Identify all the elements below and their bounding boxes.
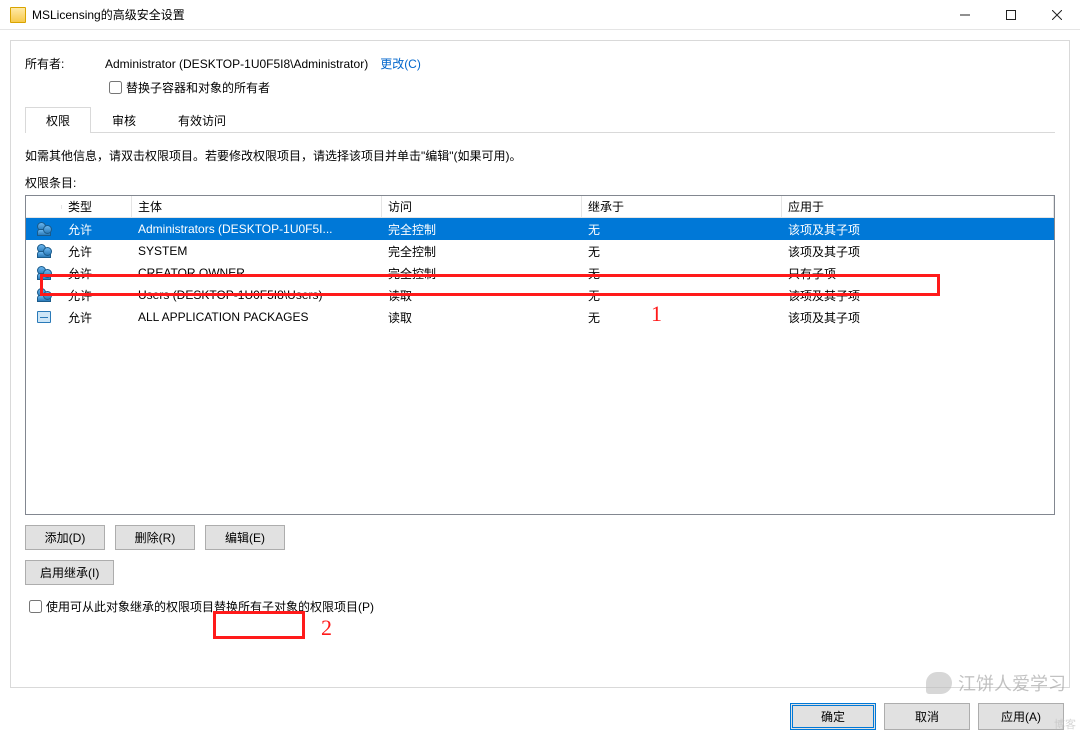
add-button[interactable]: 添加(D) [25,525,105,550]
annotation-number-2: 2 [321,615,332,641]
remove-button[interactable]: 删除(R) [115,525,195,550]
users-icon [36,266,52,280]
folder-icon [10,7,26,23]
table-row[interactable]: 允许 Administrators (DESKTOP-1U0F5I... 完全控… [26,218,1054,240]
enable-inheritance-button[interactable]: 启用继承(I) [25,560,114,585]
owner-label: 所有者: [25,55,105,72]
col-access[interactable]: 访问 [382,196,582,217]
replace-child-permissions-row: 使用可从此对象继承的权限项目替换所有子对象的权限项目(P) [25,597,1055,616]
tab-auditing[interactable]: 审核 [91,107,157,133]
col-type[interactable]: 类型 [62,196,132,217]
change-owner-link[interactable]: 更改(C) [380,55,421,72]
col-applies[interactable]: 应用于 [782,196,1054,217]
users-icon [36,244,52,258]
titlebar: MSLicensing的高级安全设置 [0,0,1080,30]
col-inherited[interactable]: 继承于 [582,196,782,217]
apply-button[interactable]: 应用(A) [978,703,1064,730]
table-row[interactable]: 允许 SYSTEM 完全控制 无 该项及其子项 [26,240,1054,262]
tab-effective-access[interactable]: 有效访问 [157,107,247,133]
table-header: 类型 主体 访问 继承于 应用于 [26,196,1054,218]
close-button[interactable] [1034,0,1080,30]
cancel-button[interactable]: 取消 [884,703,970,730]
tab-strip: 权限 审核 有效访问 [25,107,1055,133]
permissions-table[interactable]: 类型 主体 访问 继承于 应用于 允许 Administrators (DESK… [25,195,1055,515]
replace-child-permissions-label: 使用可从此对象继承的权限项目替换所有子对象的权限项目(P) [46,598,374,615]
inherit-button-row: 启用继承(I) [25,560,1055,585]
replace-owner-checkbox[interactable] [109,81,122,94]
action-button-row: 添加(D) 删除(R) 编辑(E) [25,525,1055,550]
minimize-button[interactable] [942,0,988,30]
package-icon [37,311,51,323]
replace-owner-row: 替换子容器和对象的所有者 [105,78,1055,97]
table-row[interactable]: 允许 Users (DESKTOP-1U0F5I8\Users) 读取 无 该项… [26,284,1054,306]
owner-value: Administrator (DESKTOP-1U0F5I8\Administr… [105,57,368,71]
annotation-number-1: 1 [651,301,662,327]
table-row[interactable]: 允许 ALL APPLICATION PACKAGES 读取 无 该项及其子项 [26,306,1054,328]
ok-button[interactable]: 确定 [790,703,876,730]
edit-button[interactable]: 编辑(E) [205,525,285,550]
table-row[interactable]: 允许 CREATOR OWNER 完全控制 无 只有子项 [26,262,1054,284]
window-controls [942,0,1080,30]
users-icon [36,222,52,236]
replace-child-permissions-checkbox[interactable] [29,600,42,613]
window-title: MSLicensing的高级安全设置 [32,6,942,23]
owner-row: 所有者: Administrator (DESKTOP-1U0F5I8\Admi… [25,55,1055,72]
col-principal[interactable]: 主体 [132,196,382,217]
instructions-text: 如需其他信息，请双击权限项目。若要修改权限项目，请选择该项目并单击"编辑"(如果… [25,147,1055,164]
dialog-button-row: 确定 取消 应用(A) [790,703,1064,730]
entries-label: 权限条目: [25,174,1055,191]
tab-permissions[interactable]: 权限 [25,107,91,133]
main-panel: 所有者: Administrator (DESKTOP-1U0F5I8\Admi… [10,40,1070,688]
users-icon [36,288,52,302]
replace-owner-label: 替换子容器和对象的所有者 [126,79,270,96]
maximize-button[interactable] [988,0,1034,30]
